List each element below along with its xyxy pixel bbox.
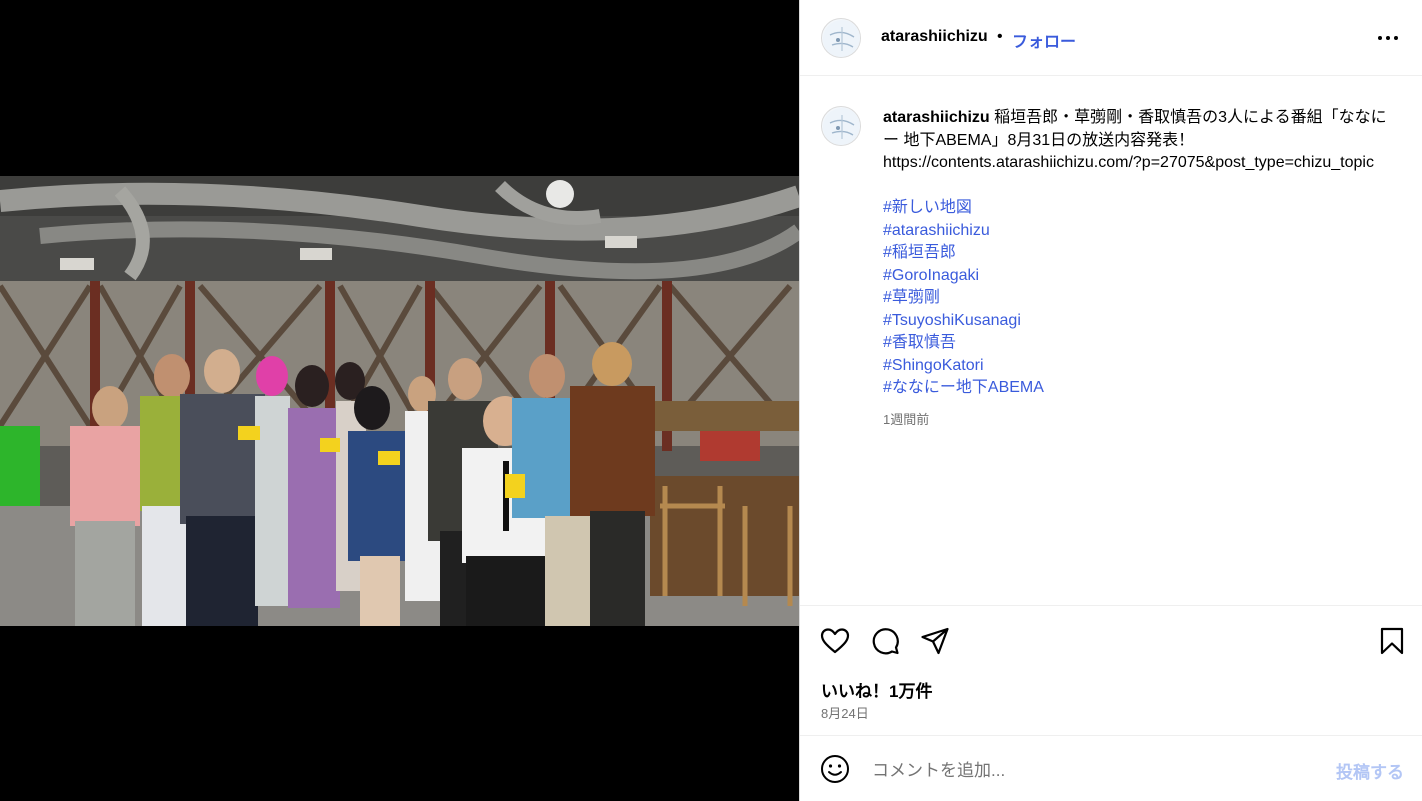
header-username[interactable]: atarashiichizu (881, 28, 988, 46)
caption-username[interactable]: atarashiichizu (883, 109, 990, 126)
hashtag-list: #新しい地図 #atarashiichizu #稲垣吾郎 #GoroInagak… (883, 197, 1393, 400)
caption-section: atarashiichizu 稲垣吾郎・草彅剛・香取慎吾の3人による番組「ななに… (800, 77, 1422, 605)
like-count[interactable]: いいね！1万件 (821, 677, 932, 702)
hashtag-link[interactable]: #稲垣吾郎 (883, 242, 1393, 265)
post-side-panel: atarashiichizu • フォロー atarashiichizu 稲垣吾… (799, 0, 1422, 801)
post-photo[interactable] (0, 176, 799, 626)
account-logo-icon (823, 20, 860, 57)
heart-icon[interactable] (819, 625, 851, 657)
action-bar: いいね！1万件 8月24日 (800, 605, 1422, 735)
more-horizontal-icon[interactable] (1376, 30, 1400, 46)
hashtag-link[interactable]: #TsuyoshiKusanagi (883, 310, 1393, 333)
account-logo-icon (823, 108, 860, 145)
comment-bar: 投稿する (800, 735, 1422, 801)
caption-avatar[interactable] (821, 106, 861, 146)
hashtag-link[interactable]: #ShingoKatori (883, 355, 1393, 378)
emoji-icon[interactable] (820, 754, 850, 784)
follow-button[interactable]: フォロー (1012, 28, 1076, 52)
bookmark-icon[interactable] (1376, 625, 1408, 657)
post-date: 8月24日 (821, 706, 869, 721)
comment-icon[interactable] (869, 625, 901, 657)
comment-input[interactable] (870, 758, 1294, 784)
header-separator: • (997, 28, 1003, 45)
hashtag-link[interactable]: #atarashiichizu (883, 220, 1393, 243)
hashtag-link[interactable]: #新しい地図 (883, 197, 1393, 220)
post-comment-button[interactable]: 投稿する (1336, 758, 1404, 783)
send-icon[interactable] (919, 625, 951, 657)
hashtag-link[interactable]: #香取慎吾 (883, 332, 1393, 355)
hashtag-link[interactable]: #GoroInagaki (883, 265, 1393, 288)
post-media (0, 0, 799, 801)
post-header: atarashiichizu • フォロー (800, 0, 1422, 76)
group-photo-illustration (0, 176, 799, 626)
caption-body: atarashiichizu 稲垣吾郎・草彅剛・香取慎吾の3人による番組「ななに… (883, 107, 1393, 431)
caption-timestamp: 1週間前 (883, 411, 930, 427)
hashtag-link[interactable]: #ななにー地下ABEMA (883, 377, 1393, 400)
avatar[interactable] (821, 18, 861, 58)
hashtag-link[interactable]: #草彅剛 (883, 287, 1393, 310)
caption-link: https://contents.atarashiichizu.com/?p=2… (883, 154, 1374, 171)
